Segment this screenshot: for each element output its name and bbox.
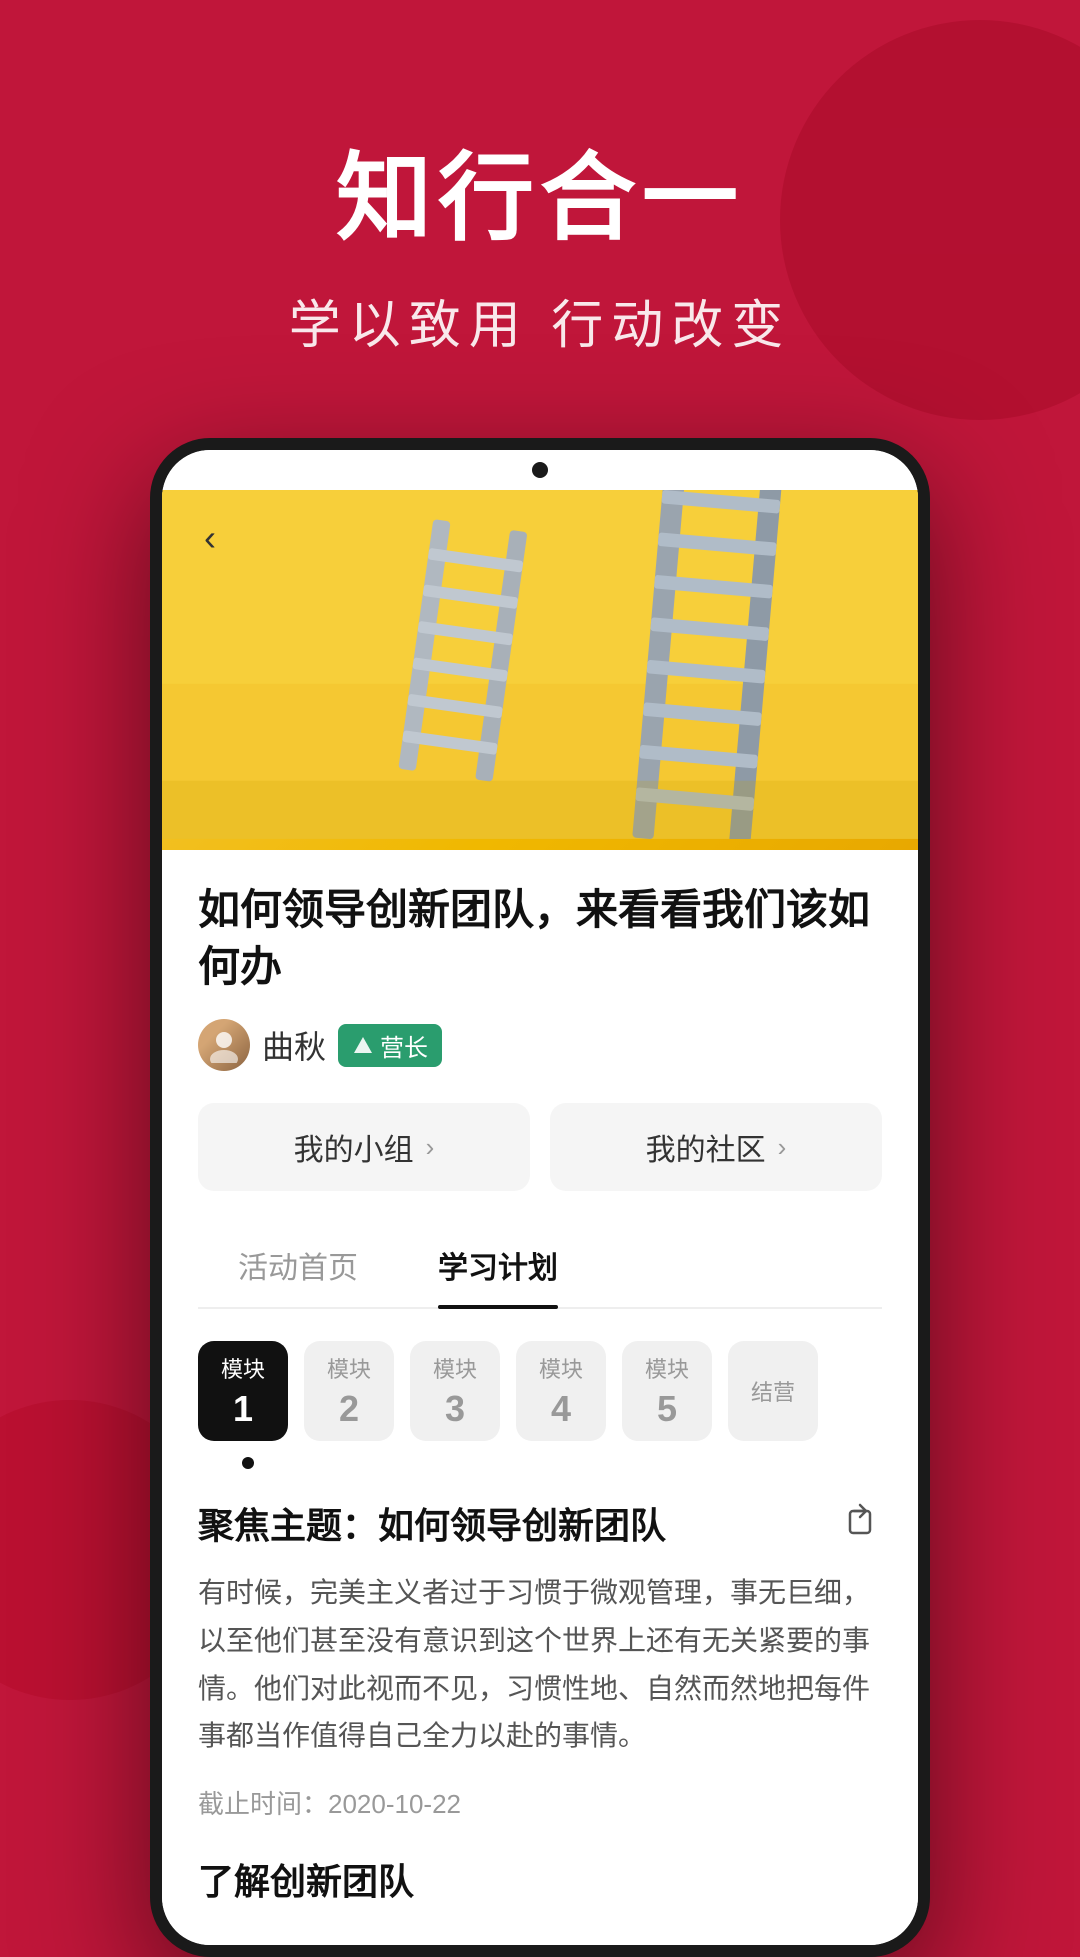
phone-camera — [532, 462, 548, 478]
phone-mockup: ‹ 如何领导创新团队，来看看我们该如何办 曲秋 — [150, 438, 930, 1957]
nav-buttons-row: 我的小组 › 我的社区 › — [198, 1103, 882, 1191]
tabs-row: 活动首页 学习计划 — [198, 1223, 882, 1309]
chevron-right-icon-2: › — [778, 1132, 787, 1163]
badge-label: 营长 — [380, 1028, 428, 1063]
deadline-label: 截止时间：2020-10-22 — [198, 1784, 882, 1821]
module-chip-4[interactable]: 模块 4 — [516, 1341, 606, 1441]
nav-my-group-button[interactable]: 我的小组 › — [198, 1103, 530, 1191]
focus-theme-title: 聚焦主题：如何领导创新团队 — [198, 1497, 666, 1549]
back-button[interactable]: ‹ — [186, 514, 234, 562]
phone-top-bar — [162, 450, 918, 490]
author-name: 曲秋 — [262, 1022, 326, 1068]
author-row: 曲秋 营长 — [198, 1019, 882, 1071]
article-image-header: ‹ — [162, 490, 918, 850]
understand-team-heading: 了解创新团队 — [198, 1853, 882, 1921]
share-icon[interactable] — [846, 1501, 882, 1546]
author-avatar — [198, 1019, 250, 1071]
nav-my-group-label: 我的小组 — [294, 1125, 414, 1169]
back-arrow-icon: ‹ — [204, 520, 216, 556]
module-chip-5[interactable]: 模块 5 — [622, 1341, 712, 1441]
article-body-text: 有时候，完美主义者过于习惯于微观管理，事无巨细，以至他们甚至没有意识到这个世界上… — [198, 1569, 882, 1759]
ladders-illustration — [162, 490, 918, 839]
tab-activity-home[interactable]: 活动首页 — [198, 1223, 398, 1307]
article-content: 如何领导创新团队，来看看我们该如何办 曲秋 — [162, 850, 918, 1945]
hero-title: 知行合一 — [40, 120, 1040, 259]
module-chip-3[interactable]: 模块 3 — [410, 1341, 500, 1441]
module-chip-1[interactable]: 模块 1 — [198, 1341, 288, 1441]
dot-indicator-row — [198, 1457, 882, 1469]
badge-icon — [352, 1034, 374, 1056]
module-selector: 模块 1 模块 2 模块 3 模块 4 模块 5 — [198, 1341, 882, 1441]
module-chip-2[interactable]: 模块 2 — [304, 1341, 394, 1441]
article-title: 如何领导创新团队，来看看我们该如何办 — [198, 882, 882, 995]
nav-my-community-button[interactable]: 我的社区 › — [550, 1103, 882, 1191]
author-badge: 营长 — [338, 1024, 442, 1067]
hero-subtitle: 学以致用 行动改变 — [40, 283, 1040, 358]
avatar-image — [198, 1019, 250, 1071]
section-heading: 聚焦主题：如何领导创新团队 — [198, 1497, 882, 1549]
phone-mockup-wrapper: ‹ 如何领导创新团队，来看看我们该如何办 曲秋 — [0, 438, 1080, 1957]
dot-indicator — [242, 1457, 254, 1469]
nav-my-community-label: 我的社区 — [646, 1125, 766, 1169]
chevron-right-icon: › — [426, 1132, 435, 1163]
module-chip-end[interactable]: 结营 — [728, 1341, 818, 1441]
hero-section: 知行合一 学以致用 行动改变 — [0, 0, 1080, 438]
tab-study-plan[interactable]: 学习计划 — [398, 1223, 598, 1307]
